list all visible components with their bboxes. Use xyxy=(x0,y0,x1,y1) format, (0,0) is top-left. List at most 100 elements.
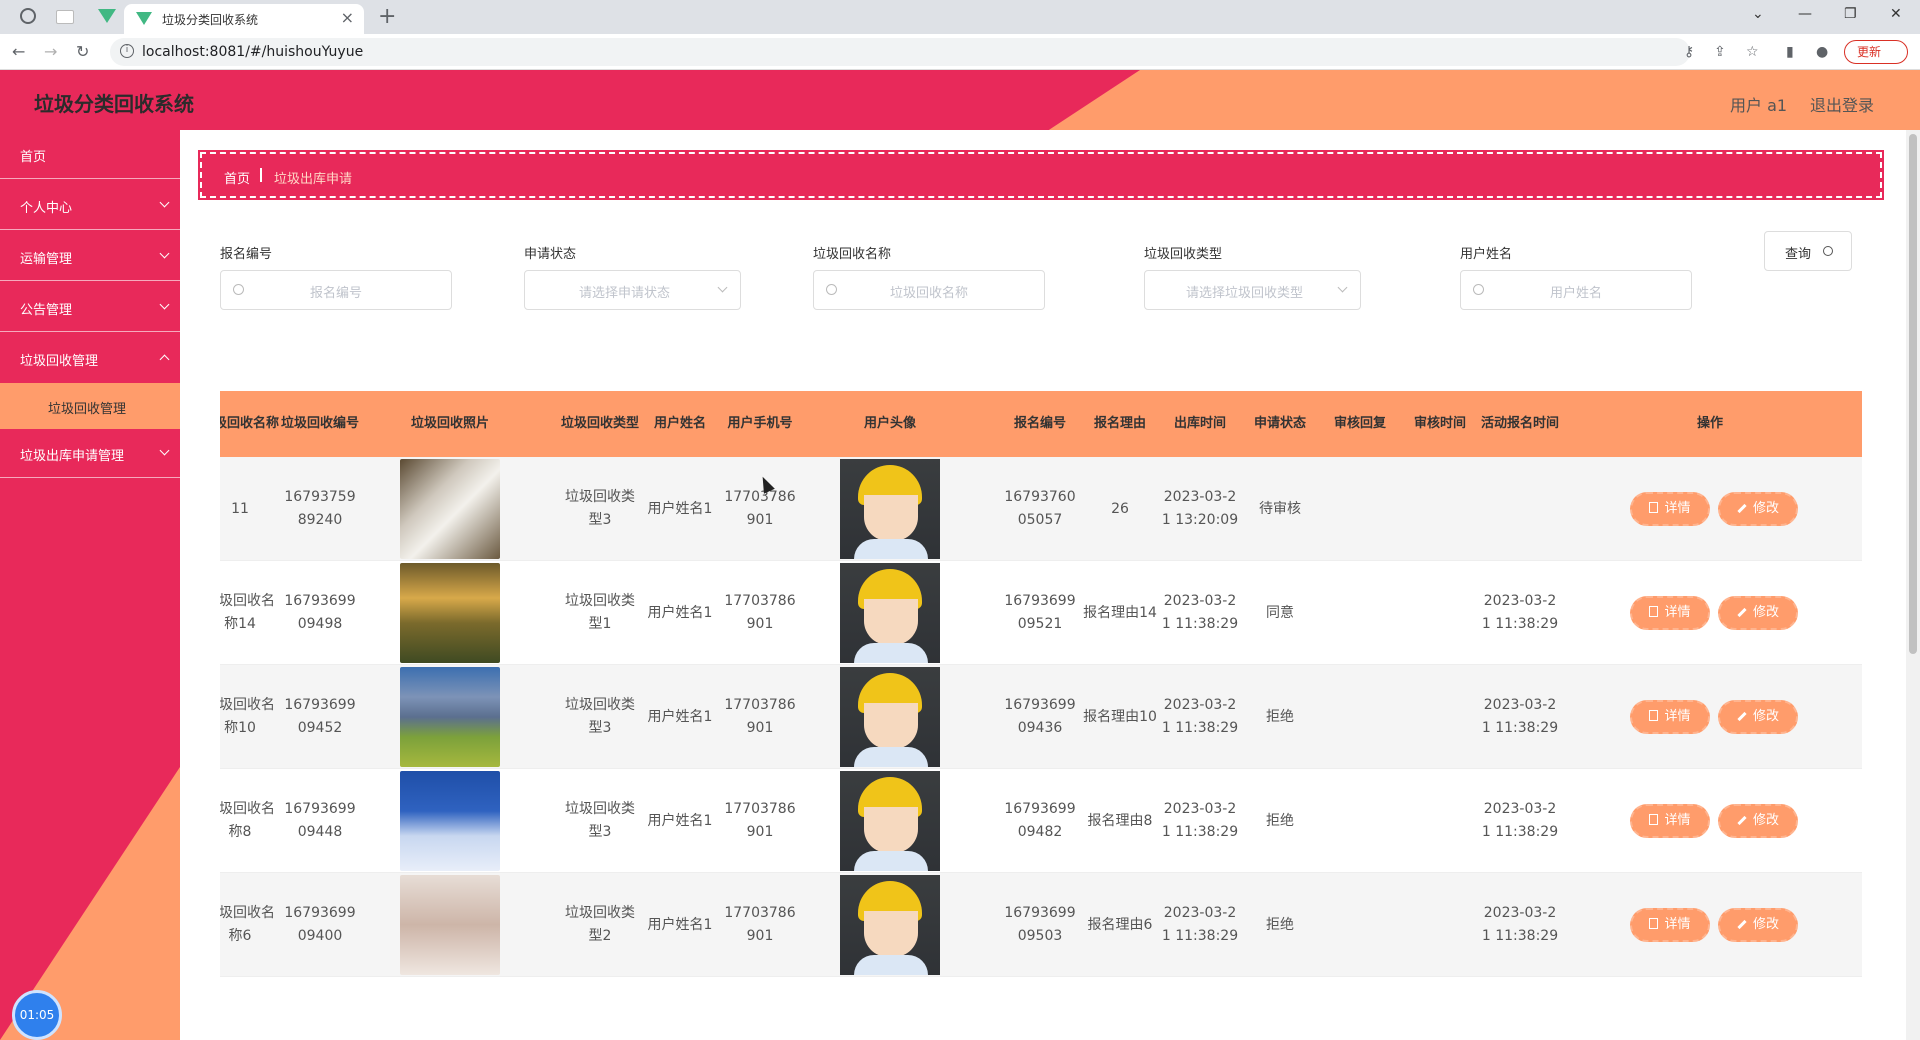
vue-logo-icon[interactable] xyxy=(98,9,116,23)
recycle-type-select[interactable]: 请选择垃圾回收类型 xyxy=(1144,270,1361,310)
cell-text: 17703786901 xyxy=(724,697,796,736)
globe-icon[interactable] xyxy=(20,8,36,24)
table-cell-avatar xyxy=(800,457,980,561)
table-cell-user: 用户姓名1 xyxy=(640,457,720,561)
vue-logo-icon xyxy=(136,12,152,25)
cell-text: 垃圾回收类型3 xyxy=(565,801,635,840)
pencil-icon xyxy=(1737,919,1747,930)
sidebar-item-notice[interactable]: 公告管理 xyxy=(0,283,180,332)
update-button[interactable]: 更新 xyxy=(1844,40,1908,64)
table-cell-code: 1679375989240 xyxy=(280,457,360,561)
cell-text: 1679369909400 xyxy=(284,905,356,944)
user-name-input[interactable]: 用户姓名 xyxy=(1460,270,1692,310)
pencil-icon xyxy=(1737,711,1747,722)
column-header-text: 垃圾回收照片 xyxy=(410,416,489,431)
table-cell-photo xyxy=(360,769,540,873)
close-icon[interactable]: × xyxy=(341,8,354,27)
new-tab-icon[interactable]: + xyxy=(378,4,396,29)
edit-button[interactable]: 修改 xyxy=(1718,492,1798,526)
chevron-up-icon xyxy=(159,354,170,365)
sidebar-item-recycle[interactable]: 垃圾回收管理 xyxy=(0,334,180,383)
side-panel-icon[interactable]: ▮ xyxy=(1786,44,1794,60)
pencil-icon xyxy=(1737,503,1747,514)
user-avatar[interactable] xyxy=(840,875,940,975)
reg-number-input[interactable]: 报名编号 xyxy=(220,270,452,310)
table-row[interactable]: 垃圾回收名称61679369909400 垃圾回收类型2 用户姓名1 17703786… xyxy=(220,873,1862,977)
info-icon[interactable]: i xyxy=(120,44,134,58)
scrollbar[interactable] xyxy=(1906,130,1920,1040)
sidebar-item-label: 首页 xyxy=(20,150,47,165)
cell-text: 17703786901 xyxy=(724,593,796,632)
minimize-icon[interactable]: — xyxy=(1798,6,1812,22)
forward-icon[interactable]: → xyxy=(44,42,57,61)
pencil-icon xyxy=(1737,607,1747,618)
edit-button[interactable]: 修改 xyxy=(1718,596,1798,630)
key-icon[interactable]: ⚷ xyxy=(1684,44,1694,60)
placeholder: 请选择申请状态 xyxy=(578,286,670,301)
share-icon[interactable]: ⇪ xyxy=(1714,44,1726,60)
detail-button[interactable]: 详情 xyxy=(1630,492,1710,526)
column-header-text: 操作 xyxy=(1696,416,1723,431)
cell-text: 用户姓名1 xyxy=(647,500,713,517)
status-select[interactable]: 请选择申请状态 xyxy=(524,270,741,310)
table-row[interactable]: 垃圾回收名称141679369909498 垃圾回收类型1 用户姓名1 1770378… xyxy=(220,561,1862,665)
table-cell-status: 拒绝 xyxy=(1240,873,1320,977)
edit-label: 修改 xyxy=(1752,709,1779,724)
recycle-photo[interactable] xyxy=(400,771,500,871)
sidebar-item-home[interactable]: 首页 xyxy=(0,130,180,179)
recycle-photo[interactable] xyxy=(400,563,500,663)
table-row[interactable]: 11 1679375989240 垃圾回收类型3 用户姓名1 17703786901 16… xyxy=(220,457,1862,561)
breadcrumb-home[interactable]: 首页 xyxy=(224,168,250,187)
sidebar-item-transport[interactable]: 运输管理 xyxy=(0,232,180,281)
chevron-down-icon[interactable]: ⌄ xyxy=(1752,6,1764,22)
table-cell-photo xyxy=(360,665,540,769)
table-row[interactable]: 垃圾回收名称81679369909448 垃圾回收类型3 用户姓名1 17703786… xyxy=(220,769,1862,873)
recycle-photo[interactable] xyxy=(400,667,500,767)
edit-button[interactable]: 修改 xyxy=(1718,804,1798,838)
sidebar-subitem-recycle[interactable]: 垃圾回收管理 xyxy=(0,383,180,429)
table-row[interactable]: 垃圾回收名称101679369909452 垃圾回收类型3 用户姓名1 1770378… xyxy=(220,665,1862,769)
table-cell-signup-time: 2023-03-21 11:38:29 xyxy=(1480,665,1560,769)
timer-badge[interactable]: 01:05 xyxy=(12,990,62,1040)
column-header: 用户头像 xyxy=(800,391,980,457)
user-avatar[interactable] xyxy=(840,667,940,767)
blank-tab-icon[interactable] xyxy=(56,10,74,24)
table-cell-code: 1679369909448 xyxy=(280,769,360,873)
reload-icon[interactable]: ↻ xyxy=(76,42,89,61)
logout-link[interactable]: 退出登录 xyxy=(1810,92,1874,116)
detail-button[interactable]: 详情 xyxy=(1630,804,1710,838)
user-avatar[interactable] xyxy=(840,563,940,663)
edit-button[interactable]: 修改 xyxy=(1718,908,1798,942)
back-icon[interactable]: ← xyxy=(12,42,25,61)
restore-icon[interactable]: ❐ xyxy=(1844,6,1857,22)
cell-text: 26 xyxy=(1111,500,1129,517)
edit-button[interactable]: 修改 xyxy=(1718,700,1798,734)
user-avatar[interactable] xyxy=(840,459,940,559)
star-icon[interactable]: ☆ xyxy=(1746,44,1759,60)
table-cell-signup-time: 2023-03-21 11:38:29 xyxy=(1480,561,1560,665)
url-text[interactable]: localhost:8081/#/huishouYuyue xyxy=(142,44,363,60)
column-header: 操作 xyxy=(1560,391,1860,457)
sidebar-item-label: 垃圾回收管理 xyxy=(20,354,99,369)
app-header: 垃圾分类回收系统 用户 a1 退出登录 xyxy=(0,70,1920,130)
detail-button[interactable]: 详情 xyxy=(1630,700,1710,734)
recycle-name-input[interactable]: 垃圾回收名称 xyxy=(813,270,1045,310)
query-button[interactable]: 查询 xyxy=(1764,231,1852,271)
profile-icon[interactable]: ● xyxy=(1816,44,1828,60)
url-field[interactable]: i localhost:8081/#/huishouYuyue xyxy=(110,38,1690,66)
browser-tab-bar: 垃圾分类回收系统 × + ⌄ — ❐ ✕ xyxy=(0,0,1920,34)
recycle-photo[interactable] xyxy=(400,459,500,559)
column-header: 垃圾回收类型 xyxy=(560,391,640,457)
cell-text: 2023-03-21 11:38:29 xyxy=(1161,593,1239,632)
recycle-photo[interactable] xyxy=(400,875,500,975)
user-avatar[interactable] xyxy=(840,771,940,871)
browser-tab-active[interactable]: 垃圾分类回收系统 × xyxy=(124,4,364,34)
column-header-text: 申请状态 xyxy=(1253,416,1306,431)
sidebar-item-personal[interactable]: 个人中心 xyxy=(0,181,180,230)
sidebar-item-outbound[interactable]: 垃圾出库申请管理 xyxy=(0,429,180,478)
scrollbar-thumb[interactable] xyxy=(1909,134,1917,654)
cell-text: 1679376005057 xyxy=(1004,489,1076,528)
detail-button[interactable]: 详情 xyxy=(1630,596,1710,630)
detail-button[interactable]: 详情 xyxy=(1630,908,1710,942)
window-close-icon[interactable]: ✕ xyxy=(1890,6,1902,22)
